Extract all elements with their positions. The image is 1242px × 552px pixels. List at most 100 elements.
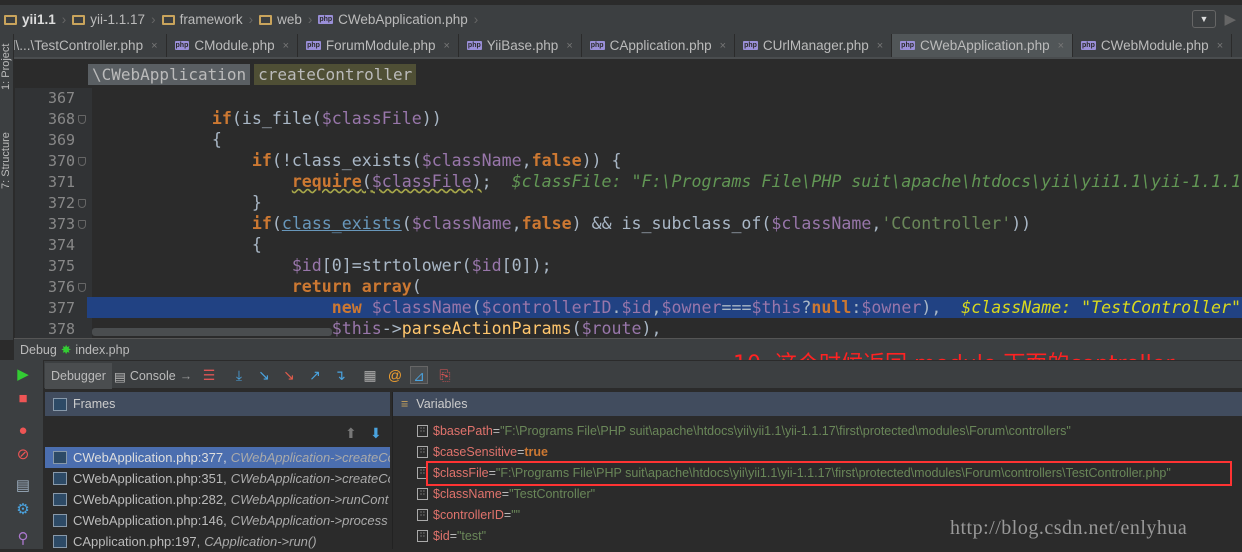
navigation-dropdown-button[interactable]: ▼ — [1192, 10, 1216, 28]
line-number: 371 — [48, 173, 76, 191]
close-icon[interactable]: × — [566, 40, 572, 52]
editor-tab[interactable]: php CWebModule.php × — [1073, 34, 1233, 57]
tab-console[interactable]: ▤ Console → — [108, 363, 198, 389]
previous-frame-icon[interactable]: ⬆ — [345, 425, 357, 442]
run-to-cursor-icon[interactable]: ↴ — [331, 366, 349, 384]
frame-function: CWebApplication->runCont — [230, 492, 389, 507]
evaluate-expression-icon[interactable]: ▦ — [361, 366, 379, 384]
stop-icon[interactable]: ■ — [14, 390, 32, 408]
code-token: )) — [1011, 214, 1032, 233]
variable-item[interactable]: ∷ $caseSensitive = true — [417, 441, 548, 462]
php-file-icon: php — [743, 41, 758, 50]
code-token: $id — [621, 298, 652, 317]
breadcrumb-item[interactable]: php CWebApplication.php › — [318, 12, 478, 27]
variable-icon: ∷ — [417, 508, 428, 521]
frame-item[interactable]: CWebApplication.php:146, CWebApplication-… — [45, 510, 390, 531]
force-step-into-icon[interactable]: ↘ — [280, 366, 298, 384]
fold-marker-icon[interactable] — [78, 199, 86, 208]
close-icon[interactable]: × — [1217, 40, 1223, 52]
chevron-right-icon: › — [248, 12, 254, 27]
editor-tab[interactable]: d\...\TestController.php × — [0, 34, 167, 57]
close-icon[interactable]: × — [1058, 40, 1064, 52]
code-editor[interactable]: if(is_file($classFile)) { if(!class_exis… — [92, 88, 1242, 338]
variable-item[interactable]: ∷ $id = "test" — [417, 525, 486, 546]
code-token: $owner — [861, 298, 922, 317]
method-crumb[interactable]: createController — [254, 64, 417, 85]
breadcrumb-item[interactable]: yii1.1 › — [4, 12, 66, 27]
structure-tool-tab[interactable]: 7: Structure — [0, 132, 12, 189]
editor-tab[interactable]: php YiiBase.php × — [459, 34, 582, 57]
variable-item[interactable]: ∷ $className = "TestController" — [417, 483, 595, 504]
debug-toolbar: Debugger ▤ Console → ☰ ⤓ ↘ ↘ ↗ ↴ ▦ @ ⊿ ⎘ — [0, 360, 1242, 389]
variable-icon: ∷ — [417, 487, 428, 500]
next-frame-icon[interactable]: ⬇ — [370, 425, 382, 442]
editor-tab[interactable]: php CModule.php × — [167, 34, 299, 57]
close-icon[interactable]: × — [877, 40, 883, 52]
fold-marker-icon[interactable] — [78, 157, 86, 166]
tab-debugger[interactable]: Debugger — [45, 363, 112, 389]
breadcrumb-item[interactable]: yii-1.1.17 › — [72, 12, 156, 27]
code-token: } — [92, 193, 262, 212]
breadcrumb-item[interactable]: web › — [259, 12, 312, 27]
frame-location: CWebApplication.php:282, — [73, 492, 227, 507]
horizontal-scrollbar[interactable] — [92, 328, 332, 336]
variable-item[interactable]: ∷ $controllerID = "" — [417, 504, 520, 525]
step-out-icon[interactable]: ↗ — [306, 366, 324, 384]
frames-panel: Frames ⬆ ⬇ CWebApplication.php:377, CWebA… — [45, 392, 390, 549]
breadcrumb-item[interactable]: framework › — [161, 12, 254, 27]
mute-breakpoints-icon[interactable]: ⊘ — [14, 446, 32, 464]
frame-item[interactable]: CWebApplication.php:282, CWebApplication-… — [45, 489, 390, 510]
resume-icon[interactable]: ▶ — [14, 366, 32, 384]
fold-marker-icon[interactable] — [78, 220, 86, 229]
php-file-icon: php — [466, 41, 482, 50]
code-token: ? — [801, 298, 812, 317]
variable-icon: ∷ — [417, 424, 428, 437]
code-line: if(class_exists($className,false) && is_… — [92, 213, 1242, 234]
debug-config-name: index.php — [75, 342, 130, 357]
code-token: ( — [361, 172, 372, 191]
view-breakpoints-icon[interactable]: ● — [14, 422, 32, 440]
console-icon: ▤ — [114, 369, 126, 384]
fold-marker-icon[interactable] — [78, 283, 86, 292]
show-execution-point-icon[interactable]: ☰ — [200, 366, 218, 384]
variable-item[interactable]: ∷ $basePath = "F:\Programs File\PHP suit\… — [417, 420, 1071, 441]
step-into-icon[interactable]: ↘ — [255, 366, 273, 384]
line-number: 374 — [48, 236, 76, 254]
code-token: $controllerID — [481, 298, 612, 317]
method-breadcrumb: \CWebApplication createController — [88, 64, 420, 85]
close-icon[interactable]: × — [283, 40, 289, 52]
editor-gutter: 367 368 369 370 371 372 373 374 375 376 377 378 — [15, 88, 99, 338]
pin-tab-icon[interactable]: ⚲ — [14, 530, 32, 548]
watch-icon[interactable]: @ — [386, 366, 404, 384]
restore-layout-icon[interactable]: ⎘ — [436, 366, 454, 384]
stack-frame-icon — [53, 514, 67, 527]
code-token: { — [92, 130, 222, 149]
code-token: ) && is_subclass_of( — [571, 214, 772, 233]
frame-item[interactable]: CWebApplication.php:377, CWebApplication-… — [45, 447, 390, 468]
frame-item[interactable]: CWebApplication.php:351, CWebApplication-… — [45, 468, 390, 489]
editor-tab[interactable]: php ForumModule.php × — [298, 34, 459, 57]
layout-icon[interactable]: ▤ — [14, 477, 32, 495]
close-icon[interactable]: × — [443, 40, 449, 52]
close-icon[interactable]: × — [151, 40, 157, 52]
settings-icon[interactable]: ⚙ — [14, 501, 32, 519]
close-icon[interactable]: × — [720, 40, 726, 52]
run-icon[interactable]: ▶ — [1224, 10, 1236, 28]
variable-value: "F:\Programs File\PHP suit\apache\htdocs… — [500, 423, 1071, 438]
breadcrumb-label: CWebApplication.php — [338, 12, 468, 27]
php-file-icon: php — [589, 41, 605, 50]
frame-location: CApplication.php:197, — [73, 534, 201, 549]
step-over-icon[interactable]: ⤓ — [230, 366, 248, 384]
code-token: if — [211, 109, 232, 128]
fold-marker-icon[interactable] — [78, 115, 86, 124]
frame-location: CWebApplication.php:146, — [73, 513, 227, 528]
frame-function: CWebApplication->createCo — [230, 450, 390, 465]
chevron-right-icon: › — [473, 12, 479, 27]
editor-tab[interactable]: php CUrlManager.php × — [735, 34, 893, 57]
editor-tab[interactable]: php CApplication.php × — [582, 34, 736, 57]
class-crumb[interactable]: \CWebApplication — [88, 64, 251, 85]
project-tool-tab[interactable]: 1: Project — [0, 44, 12, 90]
editor-tab[interactable]: php CWebApplication.php × — [892, 34, 1074, 57]
code-token: $className — [421, 151, 522, 170]
toggle-layout-icon[interactable]: ⊿ — [410, 366, 428, 384]
